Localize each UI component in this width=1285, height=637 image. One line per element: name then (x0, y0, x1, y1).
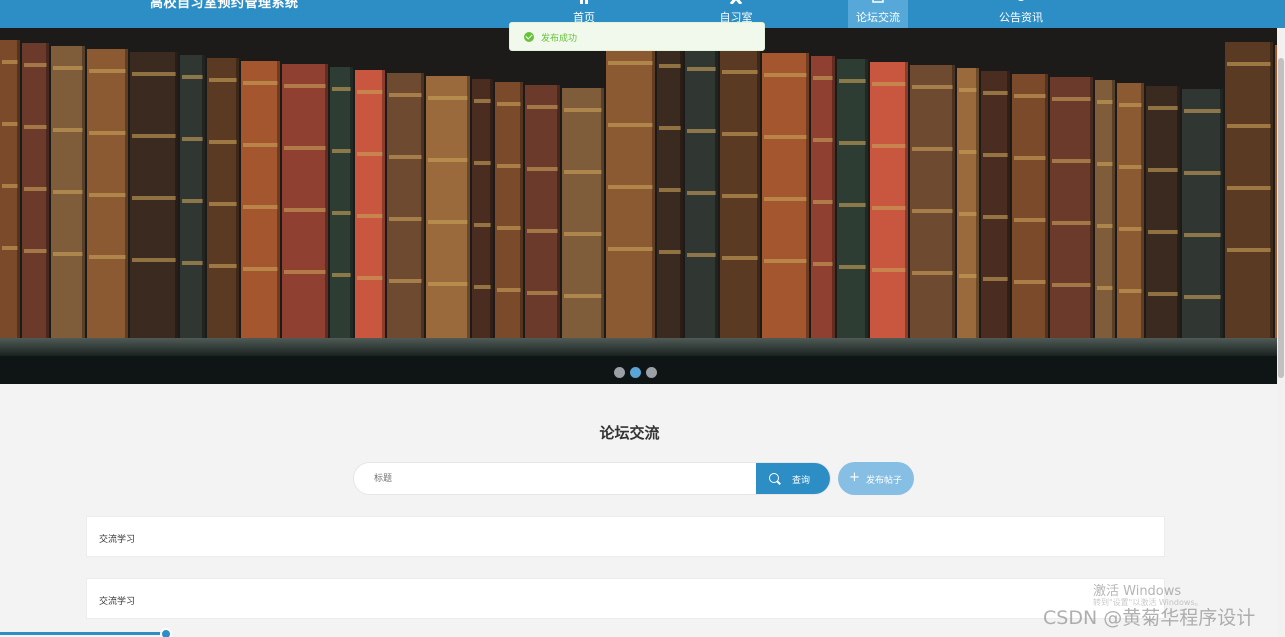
carousel-dot-3[interactable] (646, 367, 657, 378)
carousel-dot-2[interactable] (630, 367, 641, 378)
publish-post-button[interactable]: + 发布帖子 (838, 462, 914, 495)
toast-message: 发布成功 (541, 34, 578, 44)
progress-line (0, 632, 170, 635)
plus-icon: + (849, 470, 860, 485)
section-title: 论坛交流 (599, 424, 660, 442)
forum-page: 高校自习室预约管理系统 首页 自习室 论坛交流 公告资讯 发布成功 论坛交流 标… (0, 0, 1285, 637)
publish-post-label: 发布帖子 (866, 476, 903, 486)
search-button[interactable]: 查询 (756, 463, 830, 494)
nav-item-forum-label: 论坛交流 (856, 11, 900, 24)
search-bar: 查询 (353, 462, 831, 495)
scrollbar-thumb[interactable] (1278, 58, 1284, 378)
success-toast: 发布成功 (509, 22, 765, 51)
nav-item-announcements[interactable]: 公告资讯 (992, 0, 1050, 28)
bulb-icon (1018, 0, 1024, 1)
post-item[interactable]: 交流学习 (86, 516, 1165, 557)
home-icon (580, 0, 588, 4)
carousel-dot-1[interactable] (614, 367, 625, 378)
hero-carousel (0, 28, 1277, 384)
post-item[interactable]: 交流学习 (86, 578, 1165, 619)
csdn-watermark: CSDN @黄菊华程序设计 (1043, 607, 1256, 629)
search-button-label: 查询 (792, 476, 811, 486)
success-check-icon (524, 32, 534, 42)
back-to-top-knob[interactable] (160, 628, 172, 637)
nav-item-announcements-label: 公告资讯 (999, 11, 1043, 24)
search-input[interactable] (354, 463, 756, 494)
nav-item-forum[interactable]: 论坛交流 (848, 0, 908, 28)
bookshelf-image (0, 28, 1277, 384)
search-icon (769, 473, 779, 483)
post-title: 交流学习 (99, 535, 136, 545)
forum-icon (872, 0, 884, 3)
cross-icon (729, 0, 743, 4)
post-title: 交流学习 (99, 597, 136, 607)
page-scrollbar[interactable] (1277, 28, 1285, 637)
site-brand: 高校自习室预约管理系统 (150, 0, 299, 11)
